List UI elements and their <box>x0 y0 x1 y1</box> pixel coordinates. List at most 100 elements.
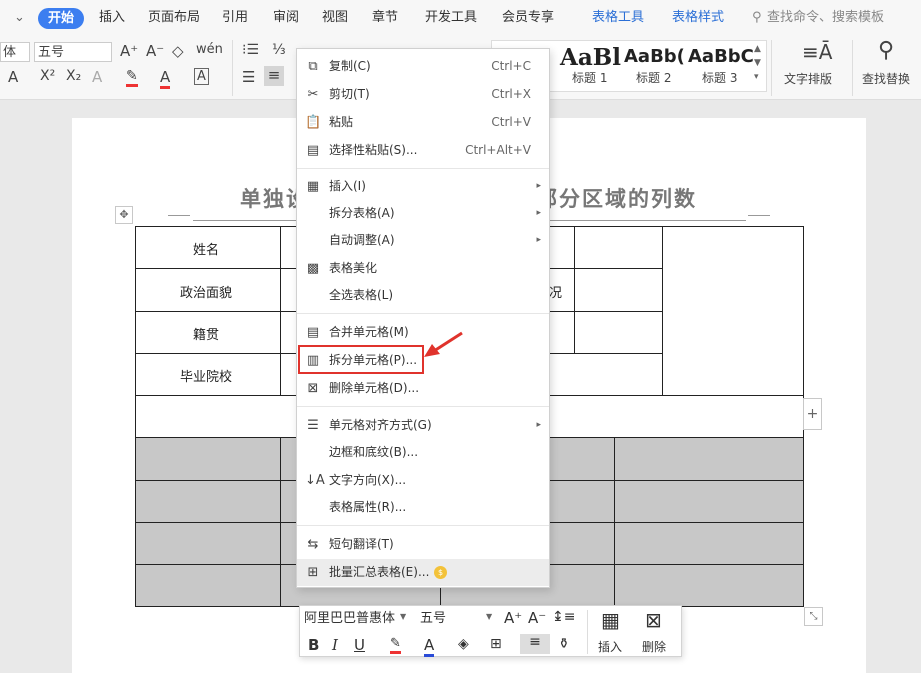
align-left-icon[interactable]: ☰ <box>242 68 255 86</box>
tab-review[interactable]: 审阅 <box>273 0 299 36</box>
delete-table-icon[interactable]: ⊠ <box>645 608 662 632</box>
row-label-political: 政治面貌 <box>180 286 233 301</box>
shrink-font-icon[interactable]: A⁻ <box>146 42 164 60</box>
search-icon[interactable]: ⚲ <box>752 0 762 36</box>
chevron-down-icon: ▼ <box>486 612 493 621</box>
tab-member[interactable]: 会员专享 <box>502 0 554 36</box>
menu-item-paste-special[interactable]: ▤ 选择性粘贴(S)... Ctrl+Alt+V <box>297 137 549 164</box>
menu-bar: ⌄ 开始 插入 页面布局 引用 审阅 视图 章节 开发工具 会员专享 表格工具 … <box>0 0 921 36</box>
submenu-arrow-icon: ▸ <box>536 235 541 245</box>
shrink-font-icon[interactable]: A⁻ <box>528 609 546 627</box>
menu-item-text-direction[interactable]: ↓A 文字方向(X)... <box>297 467 549 494</box>
bullet-list-icon[interactable]: ⁝☰ <box>242 42 259 58</box>
italic-icon[interactable]: I <box>332 636 338 654</box>
menu-item-paste[interactable]: 📋 粘贴 Ctrl+V <box>297 109 549 136</box>
translate-icon: ⇆ <box>307 537 319 552</box>
partial-cell-label: 况 <box>549 286 563 301</box>
bold-icon[interactable]: B <box>308 636 319 654</box>
menu-item-beautify[interactable]: ▩ 表格美化 <box>297 255 549 282</box>
command-search[interactable]: 查找命令、搜索模板 <box>767 0 884 36</box>
tab-chapter[interactable]: 章节 <box>372 0 398 36</box>
text-effect-icon[interactable]: A <box>92 68 102 86</box>
number-list-icon[interactable]: ⅓ <box>272 42 286 58</box>
menu-item-auto-fit[interactable]: 自动调整(A) ▸ <box>297 227 549 254</box>
align-center-icon[interactable]: ≡ <box>264 66 284 86</box>
table-resize-icon[interactable]: ⤡ <box>804 607 823 626</box>
menu-item-table-properties[interactable]: 表格属性(R)... <box>297 494 549 521</box>
tab-page-layout[interactable]: 页面布局 <box>148 0 200 36</box>
table-move-icon[interactable]: ✥ <box>115 206 133 224</box>
find-replace-button[interactable]: 查找替换 <box>862 70 910 87</box>
style-scroll-icon[interactable]: ▲ ▼ ▾ <box>754 42 761 84</box>
copy-icon: ⧉ <box>308 59 318 74</box>
align-icon[interactable]: ≡ <box>520 634 550 654</box>
menu-item-cell-align[interactable]: ☰ 单元格对齐方式(G) ▸ <box>297 412 549 439</box>
text-layout-icon[interactable]: ≡Ā <box>802 40 832 64</box>
float-delete-button[interactable]: 删除 <box>642 638 666 655</box>
style-preview-1[interactable]: AaBl <box>560 44 621 71</box>
clear-format-icon[interactable]: ◇ <box>172 42 184 60</box>
style-preview-2[interactable]: AaBb( <box>624 46 685 67</box>
float-size-select[interactable]: 五号 <box>418 609 496 629</box>
float-font-select[interactable]: 阿里巴巴普惠体 <box>302 609 414 629</box>
font-effect-icon[interactable]: A <box>8 68 18 86</box>
text-direction-icon: ↓A <box>305 473 325 488</box>
insert-table-icon[interactable]: ▦ <box>601 608 620 632</box>
grow-font-icon[interactable]: A⁺ <box>120 42 138 60</box>
format-painter-icon[interactable]: ⚱ <box>558 636 570 652</box>
underline-icon[interactable]: U <box>354 636 365 654</box>
title-rule-right <box>748 215 770 216</box>
tab-insert[interactable]: 插入 <box>99 0 125 36</box>
menu-item-cut[interactable]: ✂ 剪切(T) Ctrl+X <box>297 81 549 108</box>
font-color-icon[interactable]: A <box>424 636 435 657</box>
font-name-select[interactable]: 体 <box>0 42 30 62</box>
tab-view[interactable]: 视图 <box>322 0 348 36</box>
tab-table-style[interactable]: 表格样式 <box>672 0 724 36</box>
grow-font-icon[interactable]: A⁺ <box>504 609 522 627</box>
tab-references[interactable]: 引用 <box>222 0 248 36</box>
highlight-icon[interactable]: ✎ <box>126 68 138 87</box>
menu-item-translate[interactable]: ⇆ 短句翻译(T) <box>297 531 549 558</box>
fill-color-icon[interactable]: ◈ <box>458 636 469 652</box>
find-icon[interactable]: ⚲ <box>878 38 894 63</box>
char-border-icon[interactable]: A <box>194 68 209 85</box>
menu-item-copy[interactable]: ⧉ 复制(C) Ctrl+C <box>297 53 549 80</box>
paste-special-icon: ▤ <box>306 143 320 158</box>
menu-item-select-table[interactable]: 全选表格(L) <box>297 282 549 309</box>
pinyin-icon[interactable]: wén <box>196 42 223 57</box>
menu-item-batch-summary[interactable]: ⊞ 批量汇总表格(E)... $ <box>297 559 549 586</box>
menu-item-insert[interactable]: ▦ 插入(I) ▸ <box>297 173 549 200</box>
tab-start[interactable]: 开始 <box>38 8 85 29</box>
menu-dropdown-icon[interactable]: ⌄ <box>14 0 25 36</box>
font-size-select[interactable]: 五号 <box>34 42 112 62</box>
highlight-icon[interactable]: ✎ <box>390 636 401 654</box>
text-layout-button[interactable]: 文字排版 <box>784 70 832 87</box>
delete-cells-icon: ⊠ <box>307 381 319 396</box>
table-beautify-icon: ▩ <box>306 261 320 276</box>
row-label-name: 姓名 <box>193 243 220 258</box>
font-color-icon[interactable]: A <box>160 68 171 89</box>
superscript-icon[interactable]: X² <box>40 68 55 84</box>
merge-cells-icon: ▤ <box>306 325 320 340</box>
subscript-icon[interactable]: X₂ <box>66 68 81 84</box>
line-spacing-icon[interactable]: ↨≡ <box>552 609 575 625</box>
submenu-arrow-icon: ▸ <box>536 208 541 218</box>
pointer-arrow-icon <box>424 331 463 357</box>
chevron-down-icon: ▼ <box>400 612 407 621</box>
style-label-3: 标题 3 <box>702 71 738 85</box>
border-icon[interactable]: ⊞ <box>490 636 502 652</box>
menu-item-borders[interactable]: 边框和底纹(B)... <box>297 439 549 466</box>
row-label-origin: 籍贯 <box>193 328 220 343</box>
highlight-box <box>298 345 424 374</box>
insert-table-icon: ▦ <box>306 179 320 194</box>
menu-item-split-table[interactable]: 拆分表格(A) ▸ <box>297 200 549 227</box>
menu-item-delete-cells[interactable]: ⊠ 删除单元格(D)... <box>297 375 549 402</box>
submenu-arrow-icon: ▸ <box>536 181 541 191</box>
premium-badge-icon: $ <box>434 566 447 579</box>
tab-developer[interactable]: 开发工具 <box>425 0 477 36</box>
add-row-icon[interactable]: + <box>803 398 822 430</box>
doc-title-right: 部分区域的列数 <box>536 187 697 211</box>
float-insert-button[interactable]: 插入 <box>598 638 622 655</box>
style-preview-3[interactable]: AaBbC <box>688 46 754 67</box>
tab-table-tools[interactable]: 表格工具 <box>592 0 644 36</box>
